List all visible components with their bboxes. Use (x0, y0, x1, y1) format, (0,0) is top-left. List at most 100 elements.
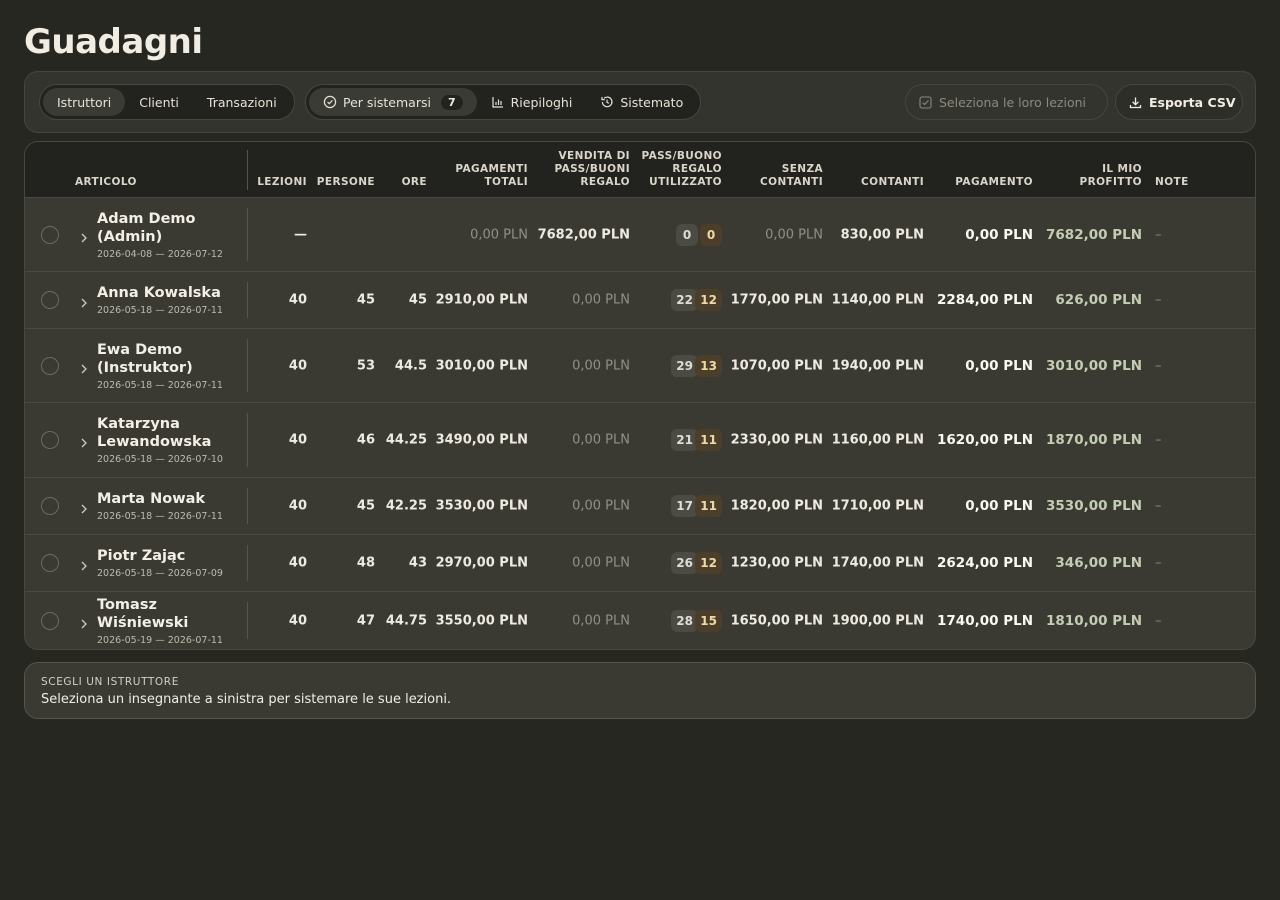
export-csv-button[interactable]: Esporta CSV (1115, 84, 1243, 120)
gift-used-badge: 12 (695, 552, 722, 574)
chevron-right-icon[interactable] (79, 615, 89, 628)
header-total-payments-line: TOTALI (484, 176, 528, 188)
lessons-cell: — (294, 227, 307, 242)
chevron-right-icon[interactable] (79, 294, 89, 308)
tab-transactions[interactable]: Transazioni (193, 88, 291, 116)
row-select-radio[interactable] (41, 291, 59, 309)
table-row[interactable]: Piotr Zając 2026-05-18 — 2026-07-09 40 48 43… (25, 535, 1255, 592)
table-row[interactable]: Anna Kowalska 2026-05-18 — 2026-07-11 40 45… (25, 272, 1255, 329)
instructor-name: Lewandowska (97, 434, 212, 450)
header-people: PERSONE (316, 176, 375, 188)
my-profit-cell: 3530,00 PLN (1046, 498, 1142, 514)
history-icon (600, 95, 614, 109)
header-notes: NOTE (1155, 176, 1189, 188)
cashless-cell: 1650,00 PLN (730, 613, 823, 628)
gift-used-badge: 0 (700, 223, 722, 246)
header-lessons: LEZIONI (257, 176, 307, 188)
people-cell: 45 (356, 498, 375, 514)
filter-summaries-label: Riepiloghi (510, 94, 573, 110)
header-pass-sales-line: REGALO (580, 176, 630, 188)
instructor-cell: Ewa Demo (Instruktor) 2026-05-18 — 2026-07… (97, 341, 245, 391)
row-select-radio[interactable] (41, 611, 59, 630)
my-profit-cell: 3010,00 PLN (1046, 357, 1142, 374)
filter-settled[interactable]: Sistemato (586, 88, 697, 116)
chevron-right-icon[interactable] (79, 557, 89, 571)
table-row[interactable]: Ewa Demo (Instruktor) 2026-05-18 — 2026-07… (25, 329, 1255, 403)
instructor-name: (Admin) (97, 228, 163, 245)
pass-used-badge: 17 (671, 495, 698, 517)
cashless-cell: 1820,00 PLN (730, 498, 823, 514)
export-csv-label: Esporta CSV (1149, 94, 1236, 110)
lessons-cell: 40 (288, 498, 307, 514)
to-settle-count-badge: 7 (440, 94, 463, 110)
row-select-radio[interactable] (41, 431, 59, 449)
chevron-right-icon[interactable] (79, 360, 89, 373)
column-divider (247, 339, 248, 392)
select-lessons-button[interactable]: Seleziona le loro lezioni (905, 84, 1108, 120)
instructor-name: Adam Demo (97, 210, 196, 227)
table-row[interactable]: Tomasz Wiśniewski 2026-05-19 — 2026-07-11… (25, 592, 1255, 649)
hours-cell: 42.25 (385, 498, 427, 514)
toolbar: Istruttori Clienti Transazioni Per siste… (24, 71, 1256, 133)
chevron-right-icon[interactable] (79, 229, 89, 242)
date-range: 2026-05-18 — 2026-07-11 (97, 511, 223, 522)
table-row[interactable]: Adam Demo (Admin) 2026-04-08 — 2026-07-12 —… (25, 198, 1255, 272)
lessons-cell: 40 (288, 613, 307, 628)
filter-to-settle[interactable]: Per sistemarsi 7 (309, 88, 477, 116)
cash-cell: 1160,00 PLN (831, 432, 924, 448)
instructor-name: Piotr Zając (97, 548, 186, 564)
bar-chart-icon (491, 95, 505, 109)
row-select-radio[interactable] (41, 497, 59, 515)
tab-clients[interactable]: Clienti (125, 88, 193, 116)
table-row[interactable]: Katarzyna Lewandowska 2026-05-18 — 2026-07… (25, 403, 1255, 478)
date-range: 2026-04-08 — 2026-07-12 (97, 248, 223, 260)
hint-title: SCEGLI UN ISTRUTTORE (41, 676, 179, 688)
column-divider (247, 413, 248, 467)
note-cell: – (1155, 227, 1162, 242)
checkbox-icon (919, 95, 932, 109)
select-lessons-label: Seleziona le loro lezioni (939, 94, 1087, 110)
page-title: Guadagni (24, 22, 203, 62)
instructor-cell: Katarzyna Lewandowska 2026-05-18 — 2026-07… (97, 415, 245, 465)
header-pass-sales-line: VENDITA DI (558, 150, 630, 162)
my-profit-cell: 1810,00 PLN (1046, 612, 1142, 629)
cashless-cell: 1230,00 PLN (730, 555, 823, 571)
hours-cell: 45 (408, 292, 427, 308)
choose-instructor-hint: SCEGLI UN ISTRUTTORE Seleziona un insegn… (24, 662, 1256, 719)
instructor-name: Tomasz Wiśniewski (97, 596, 189, 631)
lessons-cell: 40 (288, 555, 307, 571)
pass-used-badge: 0 (676, 223, 698, 246)
gift-used-badge: 11 (695, 495, 722, 517)
instructor-name: (Instruktor) (97, 359, 193, 376)
instructor-name: Ewa Demo (97, 341, 183, 358)
date-range: 2026-05-18 — 2026-07-11 (97, 305, 223, 316)
chevron-right-icon[interactable] (79, 500, 89, 514)
cash-cell: 830,00 PLN (840, 227, 924, 242)
total-payments-cell: 3490,00 PLN (435, 432, 528, 448)
filter-settled-label: Sistemato (620, 94, 684, 110)
row-select-radio[interactable] (41, 356, 59, 375)
row-select-radio[interactable] (41, 554, 59, 572)
gift-used-badge: 15 (695, 609, 722, 632)
table-row[interactable]: Marta Nowak 2026-05-18 — 2026-07-11 40 45 42… (25, 478, 1255, 535)
column-divider (247, 208, 248, 261)
pass-sales-cell: 0,00 PLN (572, 432, 630, 448)
download-icon (1129, 96, 1142, 109)
hours-cell: 43 (408, 555, 427, 571)
column-divider (247, 545, 248, 581)
row-select-radio[interactable] (41, 225, 59, 244)
people-cell: 53 (356, 358, 375, 373)
instructor-name: Marta Nowak (97, 491, 206, 507)
header-total-payments: PAGAMENTI TOTALI (455, 163, 528, 189)
pass-sales-cell: 0,00 PLN (572, 292, 630, 308)
cash-cell: 1710,00 PLN (831, 498, 924, 514)
people-cell: 45 (356, 292, 375, 308)
chevron-right-icon[interactable] (79, 434, 89, 448)
tab-instructors[interactable]: Istruttori (43, 88, 126, 116)
header-cashless: SENZA CONTANTI (760, 163, 823, 189)
filter-summaries[interactable]: Riepiloghi (477, 88, 587, 116)
status-filter: Per sistemarsi 7 Riepiloghi Sistemato (305, 84, 701, 120)
header-pass-used-line: REGALO (672, 163, 722, 175)
column-divider (247, 602, 248, 639)
payment-cell: 1620,00 PLN (937, 432, 1033, 448)
